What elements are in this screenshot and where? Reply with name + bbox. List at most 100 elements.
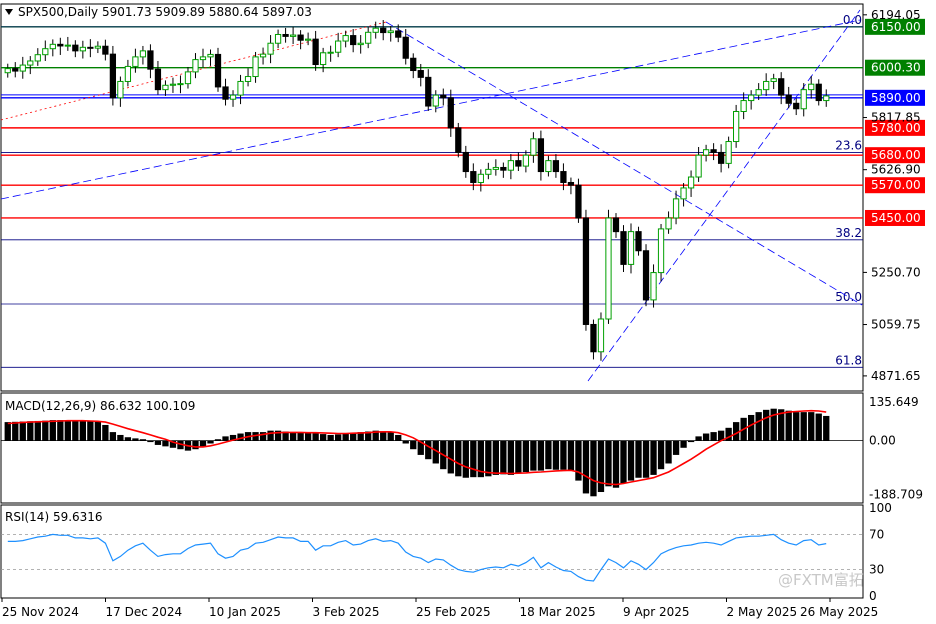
candle-body [57,43,64,47]
candle-body [335,40,342,53]
rsi-indicator: 100 70 30 0 [1,501,892,603]
macd-bar [702,433,710,441]
macd-bar [470,440,477,478]
candle-body [207,53,214,58]
candles [4,20,830,361]
macd-bar [207,440,214,444]
macd-bar [530,440,537,471]
y-tick-label: 6194.05 [871,8,921,22]
macd-bar [582,440,590,494]
candle-body [823,95,830,102]
macd-bar [680,440,687,448]
macd-bar [485,440,492,477]
macd-bar [199,440,207,447]
macd-bar [800,412,807,441]
candle-body [410,57,417,72]
candle-body [365,31,372,44]
trendlines [0,9,863,382]
candle-body [94,45,101,49]
macd-bar [545,440,552,470]
candle-body [695,154,702,178]
y-tick-label: 5059.75 [871,318,921,332]
x-tick-label: 18 Mar 2025 [520,605,596,619]
chart-root: 0.023.638.250.061.8 135.6490.00-188.709 … [0,0,936,624]
x-tick-label: 3 Feb 2025 [313,605,380,619]
candle-body [620,231,627,265]
candle-body [680,187,687,200]
candle-body [687,176,695,189]
macd-bar [687,440,695,443]
candle-body [545,160,552,173]
candle-body [162,84,169,91]
macd-bar [109,432,117,441]
candle-body [27,60,34,66]
candle-body [184,71,192,85]
candle-body [357,42,364,46]
candle-body [815,83,822,102]
candle-body [477,173,484,183]
fib-label: 38.2 [835,226,862,240]
candle-body [267,42,274,55]
rsi-panel-frame [0,504,864,599]
macd-bar [94,421,102,441]
y-tick-label: 5626.90 [871,163,921,177]
macd-bar [72,420,79,441]
macd-bar [132,438,139,441]
macd-bar [79,420,86,441]
macd-bar [672,440,680,455]
macd-tick-label: -188.709 [869,487,923,501]
candle-body [342,35,349,42]
candle-body [192,59,199,73]
candle-body [808,83,815,91]
candle-body [672,198,680,219]
candle-body [612,217,620,233]
macd-bar [665,440,672,464]
macd-tick-label: 135.649 [869,395,919,409]
collapse-arrow-icon[interactable] [5,9,13,15]
level-tag-label: 5890.00 [871,91,921,105]
macd-bar [612,440,620,488]
x-tick-label: 25 Nov 2024 [2,605,79,619]
candle-body [117,80,124,99]
rsi-tick-label: 30 [869,563,884,577]
macd-bar [642,440,650,478]
macd-bar [312,433,319,441]
macd-bar [4,422,11,441]
candle-body [740,100,747,112]
macd-bar [462,440,469,478]
y-tick-label: 4871.65 [871,369,921,383]
candle-body [537,138,545,173]
candle-body [770,78,777,82]
level-tag-label: 5450.00 [871,211,921,225]
candle-body [274,33,282,44]
candle-body [87,46,94,49]
rsi-line [7,533,827,582]
candle-body [755,89,762,96]
level-tag-label: 5680.00 [871,148,921,162]
candle-body [42,48,49,56]
macd-bar [425,440,432,460]
candle-body [139,50,147,58]
x-tick-label: 17 Dec 2024 [106,605,183,619]
candle-body [462,151,469,173]
macd-bar [395,434,402,441]
candle-body [350,35,357,46]
candle-body [657,228,665,274]
fib-label: 23.6 [835,138,862,152]
macd-bar [522,440,530,473]
x-tick-label: 9 Apr 2025 [623,605,690,619]
candle-body [417,70,424,78]
candle-body [515,160,522,167]
macd-bar [147,440,154,443]
time-axis: 25 Nov 2024 17 Dec 2024 10 Jan 2025 3 Feb 2… [1,598,878,619]
candle-body [34,54,41,62]
x-tick-label: 26 May 2025 [800,605,878,619]
candle-body [102,45,109,55]
y-tick-label: 5817.85 [871,111,921,125]
macd-bar [297,432,304,441]
candle-body [575,184,582,219]
macd-bar [815,413,822,441]
long-trendline [0,19,861,200]
candle-body [327,51,334,54]
macd-bar [289,432,297,441]
